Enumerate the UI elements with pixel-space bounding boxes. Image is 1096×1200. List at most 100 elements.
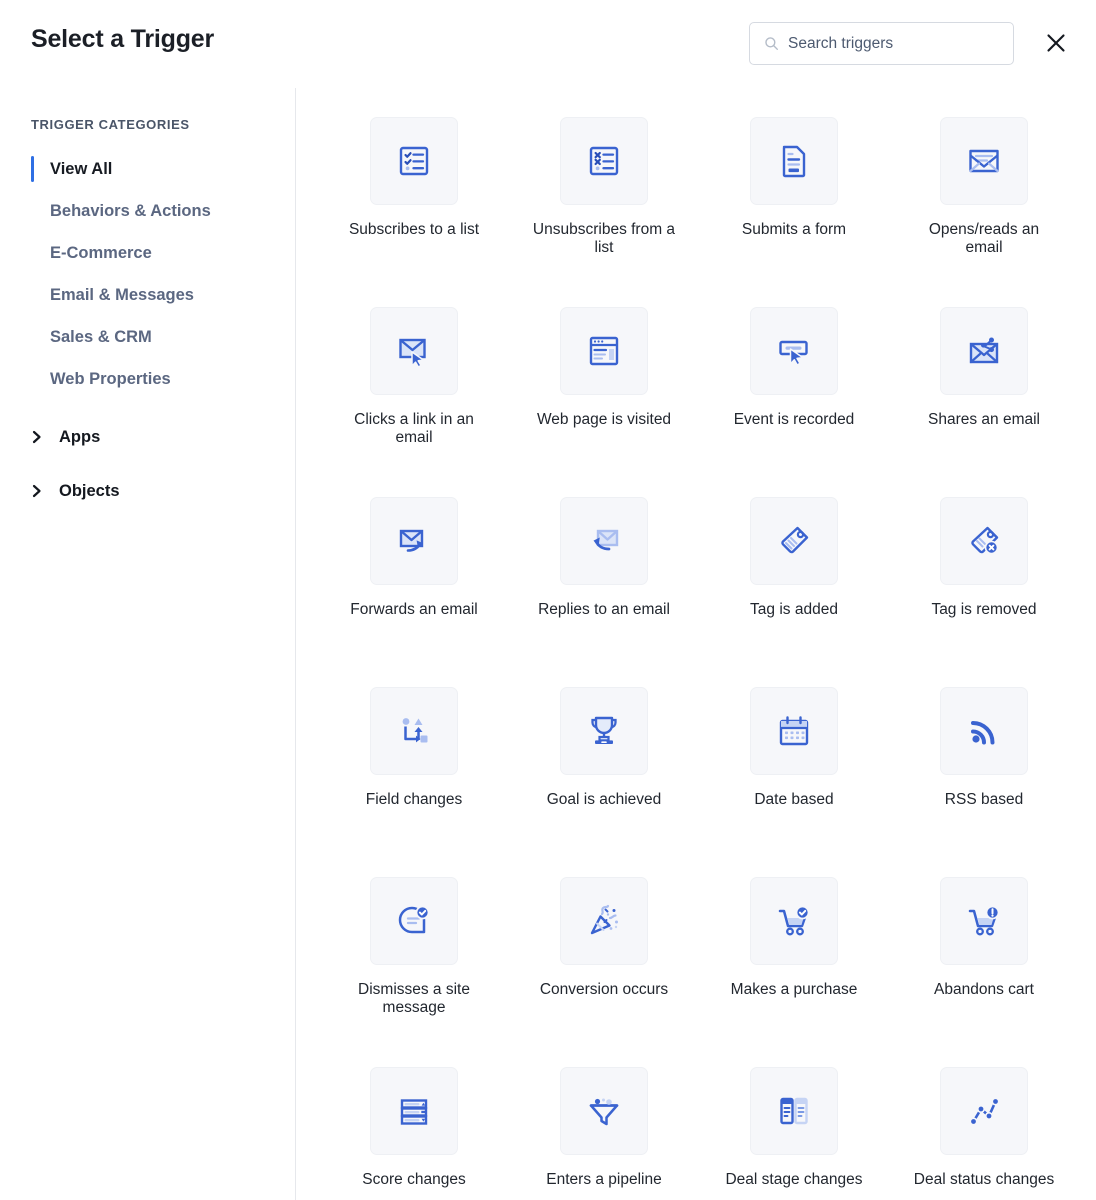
trigger-label: Shares an email [927, 411, 1040, 428]
trigger-label: Conversion occurs [539, 981, 669, 998]
trigger-card[interactable]: Unsubscribes from a list [509, 117, 699, 307]
envelope-open-icon [963, 140, 1005, 182]
trigger-card[interactable]: Enters a pipeline [509, 1067, 699, 1200]
envelope-cursor-icon [393, 330, 435, 372]
trigger-icon-tile [560, 497, 648, 585]
message-check-icon [393, 900, 435, 942]
trigger-label: Opens/reads an email [928, 221, 1040, 257]
search-icon [764, 36, 779, 51]
trigger-label: Web page is visited [536, 411, 672, 428]
trigger-label: Tag is removed [931, 601, 1037, 618]
trigger-label: Subscribes to a list [348, 221, 480, 238]
rss-icon [963, 710, 1005, 752]
trigger-label: Event is recorded [733, 411, 855, 428]
trigger-label: Dismisses a site message [358, 981, 470, 1017]
sidebar-group-label: Apps [59, 427, 101, 446]
sidebar-item-email-messages[interactable]: Email & Messages [0, 274, 295, 316]
list-check-icon [393, 140, 435, 182]
trophy-icon [583, 710, 625, 752]
trigger-icon-tile [750, 117, 838, 205]
trigger-label: Submits a form [741, 221, 847, 238]
trigger-label: Clicks a link in an email [354, 411, 474, 447]
sidebar-item-web-properties[interactable]: Web Properties [0, 358, 295, 400]
sidebar-item-e-commerce[interactable]: E-Commerce [0, 232, 295, 274]
trigger-card[interactable]: RSS based [889, 687, 1079, 877]
sidebar: TRIGGER CATEGORIES View All Behaviors & … [0, 88, 296, 1200]
trigger-icon-tile [370, 497, 458, 585]
sidebar-item-label: E-Commerce [50, 243, 152, 262]
trigger-card[interactable]: Opens/reads an email [889, 117, 1079, 307]
line-chart-icon [963, 1090, 1005, 1132]
cart-check-icon [773, 900, 815, 942]
trigger-icon-tile [750, 307, 838, 395]
sidebar-item-behaviors-actions[interactable]: Behaviors & Actions [0, 190, 295, 232]
two-cards-icon [773, 1090, 815, 1132]
trigger-card[interactable]: Score changes [319, 1067, 509, 1200]
close-icon [1044, 31, 1068, 58]
trigger-icon-tile [940, 497, 1028, 585]
trigger-label: Enters a pipeline [546, 1171, 662, 1188]
trigger-card[interactable]: Submits a form [699, 117, 889, 307]
trigger-icon-tile [750, 687, 838, 775]
tag-remove-icon [963, 520, 1005, 562]
trigger-card[interactable]: Subscribes to a list [319, 117, 509, 307]
trigger-label: Field changes [365, 791, 463, 808]
trigger-icon-tile [370, 1067, 458, 1155]
envelope-reply-icon [583, 520, 625, 562]
sidebar-item-label: Sales & CRM [50, 327, 152, 346]
sidebar-group-apps[interactable]: Apps [0, 410, 295, 464]
calendar-icon [773, 710, 815, 752]
trigger-icon-tile [560, 687, 648, 775]
trigger-label: Unsubscribes from a list [532, 221, 676, 257]
trigger-icon-tile [750, 497, 838, 585]
trigger-card[interactable]: Replies to an email [509, 497, 699, 687]
select-trigger-modal: Select a Trigger TRIGGER CATEGORIES [0, 0, 1096, 1200]
trigger-icon-tile [940, 877, 1028, 965]
trigger-icon-tile [560, 1067, 648, 1155]
modal-header: Select a Trigger [0, 0, 1096, 88]
sidebar-group-objects[interactable]: Objects [0, 464, 295, 518]
trigger-icon-tile [370, 307, 458, 395]
trigger-card[interactable]: Conversion occurs [509, 877, 699, 1067]
sidebar-item-sales-crm[interactable]: Sales & CRM [0, 316, 295, 358]
sidebar-item-label: Web Properties [50, 369, 171, 388]
trigger-card[interactable]: Web page is visited [509, 307, 699, 497]
trigger-icon-tile [750, 1067, 838, 1155]
trigger-card[interactable]: Dismisses a site message [319, 877, 509, 1067]
trigger-label: RSS based [944, 791, 1024, 808]
trigger-icon-tile [370, 877, 458, 965]
trigger-label: Forwards an email [350, 601, 478, 618]
trigger-label: Deal stage changes [725, 1171, 863, 1188]
trigger-card[interactable]: Clicks a link in an email [319, 307, 509, 497]
chevron-right-icon [31, 429, 43, 445]
trigger-label: Replies to an email [538, 601, 670, 618]
sidebar-item-label: Behaviors & Actions [50, 201, 211, 220]
trigger-card[interactable]: Deal status changes [889, 1067, 1079, 1200]
trigger-card[interactable]: Shares an email [889, 307, 1079, 497]
close-button[interactable] [1042, 30, 1070, 58]
trigger-card[interactable]: Deal stage changes [699, 1067, 889, 1200]
trigger-card[interactable]: Date based [699, 687, 889, 877]
trigger-card[interactable]: Makes a purchase [699, 877, 889, 1067]
trigger-card[interactable]: Tag is added [699, 497, 889, 687]
trigger-card[interactable]: Goal is achieved [509, 687, 699, 877]
trigger-card[interactable]: Event is recorded [699, 307, 889, 497]
trigger-icon-tile [940, 117, 1028, 205]
trigger-card[interactable]: Tag is removed [889, 497, 1079, 687]
trigger-card[interactable]: Forwards an email [319, 497, 509, 687]
trigger-icon-tile [370, 687, 458, 775]
trigger-label: Makes a purchase [730, 981, 858, 998]
trigger-icon-tile [940, 307, 1028, 395]
trigger-label: Goal is achieved [546, 791, 662, 808]
sidebar-item-view-all[interactable]: View All [0, 148, 295, 190]
sidebar-item-label: Email & Messages [50, 285, 194, 304]
trigger-card[interactable]: Field changes [319, 687, 509, 877]
trigger-label: Score changes [362, 1171, 466, 1188]
trigger-icon-tile [560, 877, 648, 965]
trigger-card[interactable]: Abandons cart [889, 877, 1079, 1067]
search-box[interactable] [749, 22, 1014, 65]
browser-window-icon [583, 330, 625, 372]
sidebar-nav: View All Behaviors & Actions E-Commerce … [0, 148, 295, 518]
search-input[interactable] [788, 34, 983, 53]
page-title: Select a Trigger [31, 25, 214, 53]
